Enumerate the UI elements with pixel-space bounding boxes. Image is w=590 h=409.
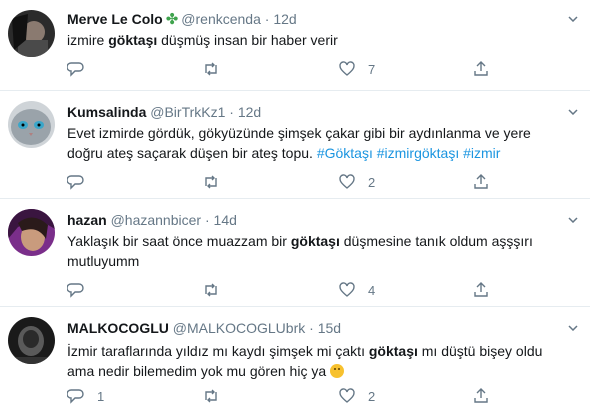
tweet-text: Evet izmirde gördük, gökyüzünde şimşek ç…: [67, 125, 531, 161]
hashtag-link[interactable]: #izmir: [463, 145, 500, 161]
separator-dot: ·: [264, 11, 270, 27]
timestamp[interactable]: 15d: [318, 320, 341, 336]
avatar[interactable]: [8, 209, 55, 256]
heart-icon: [339, 282, 355, 297]
tweet-1[interactable]: Merve Le Colo ✤ @renkcenda · 12d izmire gö…: [0, 0, 590, 90]
retweet-button[interactable]: [202, 60, 232, 78]
tweet-text: İzmir taraflarında yıldız mı kaydı şimşe…: [67, 343, 543, 379]
reply-icon: [67, 389, 84, 404]
share-icon: [474, 388, 488, 403]
reply-button[interactable]: 1: [67, 387, 104, 405]
timestamp[interactable]: 12d: [238, 104, 261, 120]
tweet-3[interactable]: hazan @hazannbicer · 14d Yaklaşık bir sa…: [0, 198, 590, 307]
retweet-icon: [205, 175, 217, 189]
timestamp[interactable]: 12d: [273, 11, 296, 27]
user-handle[interactable]: @BirTrkKz1: [150, 104, 225, 120]
share-button[interactable]: [472, 60, 490, 78]
separator-dot: ·: [229, 104, 234, 120]
chevron-down-icon[interactable]: [568, 325, 578, 331]
heart-icon: [339, 388, 355, 403]
timestamp[interactable]: 14d: [214, 212, 237, 228]
chevron-down-icon[interactable]: [568, 16, 578, 22]
user-handle[interactable]: @hazannbicer: [111, 212, 202, 228]
hashtag-link[interactable]: #Göktaşı: [317, 145, 373, 161]
display-name[interactable]: Kumsalinda: [67, 104, 146, 120]
retweet-button[interactable]: [202, 281, 232, 299]
tweet-text: izmire göktaşı düşmüş insan bir haber ve…: [67, 32, 338, 48]
avatar[interactable]: [8, 10, 55, 57]
reply-icon: [67, 175, 84, 190]
display-name[interactable]: MALKOCOGLU: [67, 320, 169, 336]
retweet-button[interactable]: [202, 173, 232, 191]
share-button[interactable]: [472, 281, 490, 299]
highlighted-keyword: göktaşı: [108, 32, 158, 48]
reply-count: 1: [97, 388, 105, 404]
display-name[interactable]: Merve Le Colo: [67, 11, 163, 27]
heart-icon: [339, 174, 355, 189]
reply-icon: [67, 62, 84, 77]
retweet-icon: [205, 283, 217, 297]
reply-icon: [67, 283, 84, 298]
like-button[interactable]: 2: [338, 173, 375, 191]
avatar[interactable]: [8, 317, 55, 364]
reply-button[interactable]: [67, 60, 97, 78]
share-icon: [474, 174, 488, 189]
retweet-icon: [205, 62, 217, 76]
avatar[interactable]: [8, 101, 55, 148]
like-button[interactable]: 7: [338, 60, 375, 78]
like-button[interactable]: 4: [338, 281, 375, 299]
reply-button[interactable]: [67, 281, 97, 299]
share-button[interactable]: [472, 387, 490, 405]
like-count: 2: [368, 388, 376, 404]
display-name[interactable]: hazan: [67, 212, 107, 228]
like-count: 4: [368, 282, 376, 298]
retweet-icon: [205, 389, 217, 403]
highlighted-keyword: göktaşı: [368, 343, 418, 359]
tweet-4[interactable]: MALKOCOGLU @MALKOCOGLUbrk · 15d İzmir ta…: [0, 306, 590, 409]
tweet-2[interactable]: Kumsalinda @BirTrkKz1 · 12d Evet izmirde…: [0, 90, 590, 199]
chevron-down-icon[interactable]: [568, 217, 578, 223]
chevron-down-icon[interactable]: [568, 109, 578, 115]
four-leaf-clover-icon: ✤: [165, 11, 179, 28]
user-handle[interactable]: @renkcenda: [181, 11, 261, 27]
hashtag-link[interactable]: #izmirgöktaşı: [377, 145, 459, 161]
highlighted-keyword: göktaşı: [290, 233, 340, 249]
like-count: 2: [368, 174, 376, 190]
like-button[interactable]: 2: [338, 387, 375, 405]
tweet-text: Yaklaşık bir saat önce muazzam bir gökta…: [67, 233, 533, 269]
like-count: 7: [368, 61, 376, 77]
share-icon: [474, 61, 488, 76]
share-button[interactable]: [472, 173, 490, 191]
heart-icon: [339, 61, 355, 76]
user-handle[interactable]: @MALKOCOGLUbrk: [173, 320, 305, 336]
separator-dot: ·: [204, 212, 210, 228]
reply-button[interactable]: [67, 173, 97, 191]
separator-dot: ·: [309, 320, 314, 336]
retweet-button[interactable]: [202, 387, 232, 405]
thinking-face-icon: [330, 364, 345, 378]
share-icon: [474, 282, 488, 297]
